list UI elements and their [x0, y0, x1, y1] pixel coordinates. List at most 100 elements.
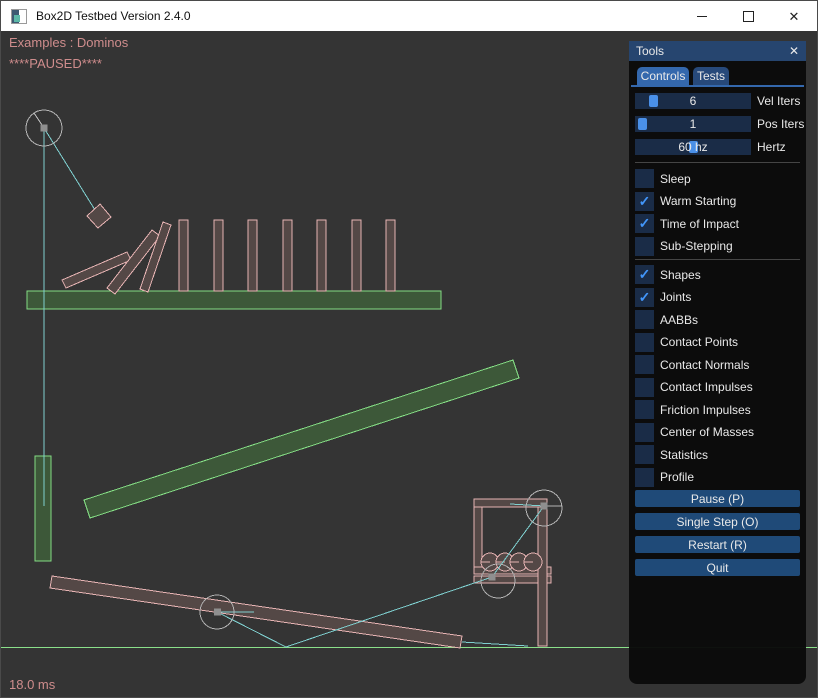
center-marker — [541, 503, 548, 510]
checkbox-contact-impulses[interactable]: Contact Impulses — [635, 378, 800, 397]
checkbox-contact-normals[interactable]: Contact Normals — [635, 355, 800, 374]
checkbox-label: Profile — [660, 470, 694, 484]
checkbox-sub-stepping[interactable]: Sub-Stepping — [635, 237, 800, 256]
checkbox-label: Sub-Stepping — [660, 239, 733, 253]
checkbox-unchecked[interactable] — [635, 400, 654, 419]
close-button[interactable]: ✕ — [771, 1, 817, 31]
upright-domino — [248, 220, 257, 291]
checkbox-label: Center of Masses — [660, 425, 754, 439]
slider-hertz[interactable]: 60 hz Hertz — [635, 139, 800, 155]
checkbox-label: Contact Points — [660, 335, 738, 349]
example-label: Examples : Dominos — [9, 35, 128, 50]
checkbox-warm-starting[interactable]: ✓ Warm Starting — [635, 192, 800, 211]
button-section: Pause (P) Single Step (O) Restart (R) Quit — [635, 490, 800, 576]
slider-vel-iters[interactable]: 6 Vel Iters — [635, 93, 800, 109]
checkbox-profile[interactable]: Profile — [635, 468, 800, 487]
see-saw-plank — [50, 576, 462, 648]
tools-panel-title: Tools — [636, 44, 664, 58]
close-icon: ✕ — [789, 10, 800, 23]
checkbox-label: Friction Impulses — [660, 403, 751, 417]
maximize-icon — [743, 11, 754, 22]
tilted-beam — [84, 360, 519, 518]
slider-label: Hertz — [757, 140, 786, 154]
checkbox-aabbs[interactable]: AABBs — [635, 310, 800, 329]
slider-track[interactable]: 1 — [635, 116, 751, 132]
tab-tests[interactable]: Tests — [693, 67, 729, 85]
checkbox-friction-impulses[interactable]: Friction Impulses — [635, 400, 800, 419]
checkbox-shapes[interactable]: ✓ Shapes — [635, 265, 800, 284]
tools-panel-header[interactable]: Tools ✕ — [629, 41, 806, 61]
upright-domino — [214, 220, 223, 291]
checkbox-unchecked[interactable] — [635, 445, 654, 464]
checkbox-joints[interactable]: ✓ Joints — [635, 288, 800, 307]
checkbox-label: Shapes — [660, 268, 701, 282]
app-window: Box2D Testbed Version 2.4.0 ✕ — [0, 0, 818, 698]
checkbox-label: Warm Starting — [660, 194, 736, 208]
button-restart-r[interactable]: Restart (R) — [635, 536, 800, 553]
frame-right-post — [538, 507, 547, 646]
center-marker — [489, 574, 496, 581]
checkbox-checked[interactable]: ✓ — [635, 192, 654, 211]
checkbox-unchecked[interactable] — [635, 378, 654, 397]
slider-track[interactable]: 6 — [635, 93, 751, 109]
upright-domino — [386, 220, 395, 291]
checkbox-checked[interactable]: ✓ — [635, 214, 654, 233]
separator — [635, 162, 800, 163]
checkbox-label: AABBs — [660, 313, 698, 327]
tools-close-icon[interactable]: ✕ — [789, 44, 799, 58]
checkbox-label: Contact Normals — [660, 358, 749, 372]
frame-time-label: 18.0 ms — [9, 677, 55, 692]
maximize-button[interactable] — [725, 1, 771, 31]
upright-domino — [352, 220, 361, 291]
frame-left-post — [474, 507, 482, 567]
static-bodies — [27, 291, 519, 561]
slider-pos-iters[interactable]: 1Pos Iters — [635, 116, 800, 132]
button-quit[interactable]: Quit — [635, 559, 800, 576]
titlebar: Box2D Testbed Version 2.4.0 ✕ — [1, 1, 817, 31]
checkbox-center-of-masses[interactable]: Center of Masses — [635, 423, 800, 442]
app-icon — [11, 9, 27, 24]
tab-controls[interactable]: Controls — [637, 67, 689, 85]
checkbox-unchecked[interactable] — [635, 423, 654, 442]
checkbox-unchecked[interactable] — [635, 310, 654, 329]
checkbox-statistics[interactable]: Statistics — [635, 445, 800, 464]
checkbox-label: Statistics — [660, 448, 708, 462]
upright-domino — [317, 220, 326, 291]
center-marker — [214, 609, 221, 616]
checkbox-checked[interactable]: ✓ — [635, 265, 654, 284]
checkbox-label: Time of Impact — [660, 217, 739, 231]
checkbox-sleep[interactable]: Sleep — [635, 169, 800, 188]
checkbox-unchecked[interactable] — [635, 333, 654, 352]
checkbox-unchecked[interactable] — [635, 355, 654, 374]
slider-track[interactable]: 60 hz — [635, 139, 751, 155]
slider-label: Vel Iters — [757, 94, 800, 108]
draw-checkbox-group: ✓ Shapes ✓ Joints AABBs Contact Points Contact… — [635, 265, 800, 487]
button-single-step-o[interactable]: Single Step (O) — [635, 513, 800, 530]
pendulum-square — [87, 204, 111, 228]
upright-domino — [283, 220, 292, 291]
minimize-icon — [697, 16, 707, 17]
checkbox-unchecked[interactable] — [635, 468, 654, 487]
slider-value: 6 — [635, 93, 751, 109]
hanging-column — [35, 456, 51, 561]
upright-domino — [179, 220, 188, 291]
checkbox-label: Joints — [660, 290, 691, 304]
tab-underline — [631, 85, 804, 87]
checkbox-unchecked[interactable] — [635, 237, 654, 256]
center-markers — [41, 125, 548, 616]
tools-panel-body: 6 Vel Iters 1Pos Iters 60 hz Hertz Sleep ✓ War… — [635, 93, 800, 582]
slider-label: Pos Iters — [757, 117, 804, 131]
paused-label: ****PAUSED**** — [9, 56, 102, 71]
checkbox-unchecked[interactable] — [635, 169, 654, 188]
checkbox-checked[interactable]: ✓ — [635, 288, 654, 307]
slider-value: 60 hz — [635, 139, 751, 155]
checkbox-contact-points[interactable]: Contact Points — [635, 333, 800, 352]
button-pause-p[interactable]: Pause (P) — [635, 490, 800, 507]
app-icon-part — [14, 15, 20, 22]
checkbox-label: Contact Impulses — [660, 380, 753, 394]
tools-panel: Tools ✕ Controls Tests 6Vel Iters1Pos It… — [629, 41, 806, 684]
window-title: Box2D Testbed Version 2.4.0 — [36, 9, 191, 23]
minimize-button[interactable] — [679, 1, 725, 31]
rope-on-ground — [462, 642, 528, 646]
checkbox-time-of-impact[interactable]: ✓ Time of Impact — [635, 214, 800, 233]
